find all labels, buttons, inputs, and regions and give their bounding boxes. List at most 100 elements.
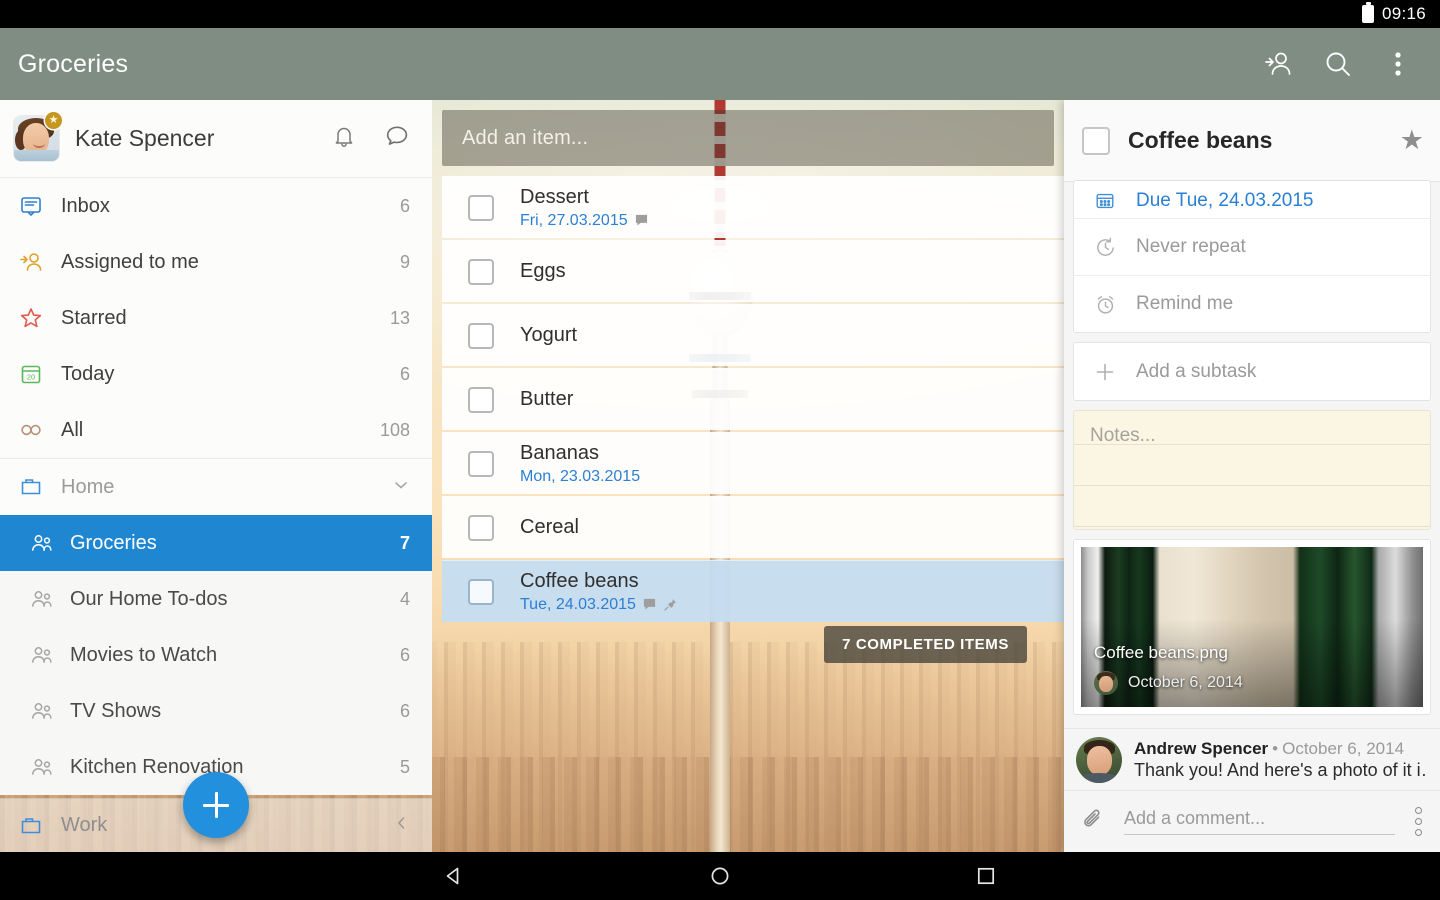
detail-header: Coffee beans ★ <box>1064 100 1440 182</box>
star-icon <box>16 306 46 330</box>
task-checkbox[interactable] <box>468 322 494 349</box>
task-subtitle: Tue, 24.03.2015 <box>520 596 677 614</box>
task-due-date: Fri, 27.03.2015 <box>520 211 628 229</box>
sidebar-lists: Groceries 7 Our Home To-dos 4 Movies to … <box>0 515 432 795</box>
folder-icon <box>16 475 46 499</box>
task-checkbox[interactable] <box>468 514 494 541</box>
detail-due-date-row[interactable]: Due Tue, 24.03.2015 <box>1074 181 1430 218</box>
detail-properties-card: Due Tue, 24.03.2015 Never repeat Remind … <box>1073 180 1431 333</box>
inbox-icon <box>16 194 46 218</box>
android-nav-bar <box>0 852 1440 900</box>
back-button[interactable] <box>441 863 467 889</box>
detail-reminder-label: Remind me <box>1136 293 1234 314</box>
detail-due-date-label: Due Tue, 24.03.2015 <box>1136 190 1314 211</box>
task-row[interactable]: Butter <box>442 368 1064 430</box>
add-item-placeholder: Add an item... <box>462 126 589 149</box>
task-row-selected[interactable]: Coffee beans Tue, 24.03.2015 <box>442 560 1064 622</box>
task-due-date: Tue, 24.03.2015 <box>520 595 636 613</box>
add-task-fab[interactable] <box>183 772 249 838</box>
plus-icon <box>1090 361 1120 383</box>
sidebar-item-label: Assigned to me <box>61 250 199 273</box>
sidebar-item-count: 9 <box>399 251 410 272</box>
status-clock: 09:16 <box>1381 4 1426 23</box>
sidebar-item-assigned-to-me[interactable]: Assigned to me 9 <box>0 234 432 290</box>
detail-reminder-row[interactable]: Remind me <box>1074 275 1430 332</box>
search-icon[interactable] <box>1322 48 1354 80</box>
sidebar-item-all[interactable]: All 108 <box>0 402 432 458</box>
chevron-down-icon[interactable] <box>392 476 410 499</box>
add-comment-input[interactable]: Add a comment... <box>1124 808 1395 835</box>
page-title: Groceries <box>18 49 129 78</box>
sidebar-item-today[interactable]: 20 Today 6 <box>0 346 432 402</box>
more-vertical-icon[interactable] <box>1409 805 1428 838</box>
sidebar-item-inbox[interactable]: Inbox 6 <box>0 178 432 234</box>
task-row[interactable]: Bananas Mon, 23.03.2015 <box>442 432 1064 494</box>
completed-items-button[interactable]: 7 COMPLETED ITEMS <box>824 626 1027 663</box>
add-person-icon[interactable] <box>1262 48 1294 80</box>
assigned-icon <box>16 250 46 274</box>
sidebar-item-movies-to-watch[interactable]: Movies to Watch 6 <box>0 627 432 683</box>
sidebar-item-tv-shows[interactable]: TV Shows 6 <box>0 683 432 739</box>
task-title: Dessert <box>520 185 589 208</box>
task-checkbox[interactable] <box>468 450 494 477</box>
sidebar-group-label: Work <box>61 814 108 836</box>
avatar[interactable]: ★ <box>14 112 62 161</box>
comment-author: Andrew Spencer <box>1134 738 1269 758</box>
task-checkbox[interactable] <box>468 258 494 285</box>
chevron-left-icon[interactable] <box>392 814 410 837</box>
detail-title: Coffee beans <box>1128 127 1273 153</box>
comment-header: Andrew Spencer • October 6, 2014 <box>1134 739 1428 759</box>
comment-text: Thank you! And here's a photo of it in c… <box>1134 759 1428 780</box>
infinity-icon <box>16 418 46 442</box>
attachment-card[interactable]: Coffee beans.png October 6, 2014 <box>1073 539 1431 715</box>
svg-text:20: 20 <box>27 373 35 382</box>
task-title: Cereal <box>520 516 579 538</box>
battery-icon <box>1361 2 1374 23</box>
sidebar-group-home[interactable]: Home <box>0 459 432 515</box>
calendar-icon <box>1090 190 1120 212</box>
task-due-date: Mon, 23.03.2015 <box>520 467 641 485</box>
comment-separator: • <box>1272 738 1279 758</box>
notifications-bell-icon[interactable] <box>331 123 357 154</box>
chat-bubble-icon[interactable] <box>384 123 410 154</box>
task-row[interactable]: Dessert Fri, 27.03.2015 <box>442 176 1064 238</box>
android-status-bar: 09:16 <box>0 0 1440 28</box>
plus-icon <box>203 792 229 818</box>
task-row[interactable]: Yogurt <box>442 304 1064 366</box>
star-filled-icon[interactable]: ★ <box>1400 125 1424 156</box>
profile-header: ★ Kate Spencer <box>0 100 432 178</box>
sidebar-item-our-home-to-dos[interactable]: Our Home To-dos 4 <box>0 571 432 627</box>
detail-repeat-row[interactable]: Never repeat <box>1074 218 1430 275</box>
attachment-thumbnail: Coffee beans.png October 6, 2014 <box>1081 547 1423 707</box>
sidebar-item-count: 6 <box>399 644 410 665</box>
task-checkbox[interactable] <box>468 578 494 605</box>
detail-checkbox[interactable] <box>1082 126 1110 155</box>
star-badge-icon: ★ <box>45 112 62 129</box>
notes-field[interactable]: Notes... <box>1073 410 1431 530</box>
sidebar-item-starred[interactable]: Starred 13 <box>0 290 432 346</box>
task-row[interactable]: Eggs <box>442 240 1064 302</box>
task-row[interactable]: Cereal <box>442 496 1064 558</box>
add-subtask-row[interactable]: Add a subtask <box>1074 343 1430 400</box>
task-title: Butter <box>520 388 574 410</box>
home-button[interactable] <box>707 863 733 889</box>
attachment-author-avatar <box>1094 671 1118 695</box>
comment-item[interactable]: Andrew Spencer • October 6, 2014 Thank you… <box>1064 728 1440 790</box>
sidebar-item-count: 4 <box>399 588 410 609</box>
add-item-input[interactable]: Add an item... <box>442 110 1054 166</box>
sidebar-item-label: TV Shows <box>70 699 162 722</box>
recents-button[interactable] <box>973 863 999 889</box>
sidebar-item-count: 108 <box>379 419 410 440</box>
task-list-panel: Add an item... Dessert Fri, 27.03.2015 E… <box>432 100 1064 852</box>
sidebar-item-groceries[interactable]: Groceries 7 <box>0 515 432 571</box>
detail-repeat-label: Never repeat <box>1136 236 1246 257</box>
attachment-date: October 6, 2014 <box>1128 674 1243 691</box>
paperclip-icon[interactable] <box>1080 806 1106 837</box>
overflow-menu-icon[interactable] <box>1382 48 1414 80</box>
task-checkbox[interactable] <box>468 194 494 221</box>
smart-lists: Inbox 6 Assigned to me 9 Starred 13 20 T… <box>0 178 432 515</box>
task-checkbox[interactable] <box>468 386 494 413</box>
body-area: Add an item... Dessert Fri, 27.03.2015 E… <box>0 100 1440 852</box>
sidebar-item-count: 5 <box>399 756 410 777</box>
comment-date: October 6, 2014 <box>1282 738 1405 758</box>
